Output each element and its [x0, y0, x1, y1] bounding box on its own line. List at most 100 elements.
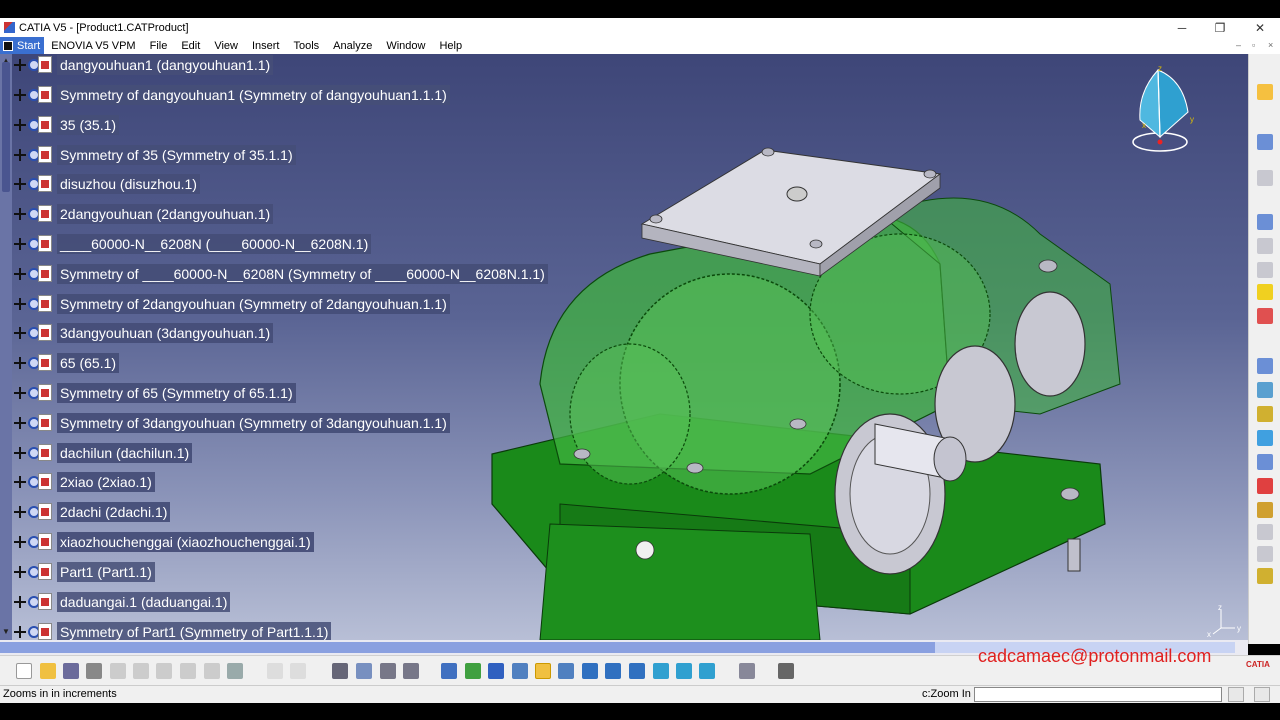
tree-node-label[interactable]: 2dangyouhuan (2dangyouhuan.1) — [57, 204, 274, 224]
catalog-icon[interactable] — [356, 663, 372, 679]
rotate-icon[interactable] — [512, 663, 528, 679]
zoom-out-icon[interactable] — [558, 663, 574, 679]
constraint-icon[interactable] — [1257, 430, 1273, 446]
iso-view-icon[interactable] — [629, 663, 645, 679]
tree-node-label[interactable]: disuzhou (disuzhou.1) — [57, 174, 200, 194]
tree-scrollbar[interactable]: ▲ ▼ — [0, 54, 12, 640]
expand-plus-icon[interactable] — [14, 327, 26, 339]
open-icon[interactable] — [40, 663, 56, 679]
tree-node[interactable]: daduangai.1 (daduangai.1) — [14, 591, 231, 613]
restore-button[interactable]: ❐ — [1200, 18, 1240, 37]
scroll-down-arrow-icon[interactable]: ▼ — [2, 627, 10, 636]
update-icon[interactable] — [1257, 546, 1273, 562]
tree-node[interactable]: dangyouhuan1 (dangyouhuan1.1) — [14, 54, 274, 76]
menu-edit[interactable]: Edit — [174, 40, 207, 52]
contact-icon[interactable] — [1257, 478, 1273, 494]
tree-node-label[interactable]: dangyouhuan1 (dangyouhuan1.1) — [57, 55, 274, 75]
expand-plus-icon[interactable] — [14, 447, 26, 459]
expand-plus-icon[interactable] — [14, 268, 26, 280]
tree-node-label[interactable]: Symmetry of ____60000-N__6208N (Symmetry… — [57, 264, 548, 284]
tree-scroll-thumb[interactable] — [2, 62, 10, 192]
status-button-1[interactable] — [1228, 687, 1244, 702]
menu-file[interactable]: File — [143, 40, 175, 52]
status-button-2[interactable] — [1254, 687, 1270, 702]
formula-icon[interactable] — [267, 663, 283, 679]
explode-icon[interactable] — [1257, 382, 1273, 398]
menu-view[interactable]: View — [207, 40, 245, 52]
expand-plus-icon[interactable] — [14, 208, 26, 220]
tree-node-label[interactable]: dachilun (dachilun.1) — [57, 443, 193, 463]
tree-node[interactable]: Symmetry of ____60000-N__6208N (Symmetry… — [14, 263, 548, 285]
print-icon[interactable] — [86, 663, 102, 679]
tree-node[interactable]: 2dachi (2dachi.1) — [14, 501, 171, 523]
angle-icon[interactable] — [1257, 524, 1273, 540]
menu-start[interactable]: Start — [0, 37, 45, 54]
analysis-icon[interactable] — [403, 663, 419, 679]
expand-plus-icon[interactable] — [14, 119, 26, 131]
menu-analyze[interactable]: Analyze — [326, 40, 379, 52]
tree-node[interactable]: 2dangyouhuan (2dangyouhuan.1) — [14, 203, 274, 225]
table-icon[interactable] — [332, 663, 348, 679]
component-icon[interactable] — [1257, 214, 1273, 230]
offset-icon[interactable] — [1257, 502, 1273, 518]
expand-plus-icon[interactable] — [14, 357, 26, 369]
tree-node[interactable]: xiaozhouchenggai (xiaozhouchenggai.1) — [14, 531, 314, 553]
tree-node[interactable]: Symmetry of dangyouhuan1 (Symmetry of da… — [14, 84, 450, 106]
clash-icon[interactable] — [1257, 406, 1273, 422]
product-icon[interactable] — [1257, 134, 1273, 150]
tree-node-label[interactable]: Symmetry of 3dangyouhuan (Symmetry of 3d… — [57, 413, 450, 433]
tree-node-label[interactable]: daduangai.1 (daduangai.1) — [57, 592, 231, 612]
expand-plus-icon[interactable] — [14, 536, 26, 548]
reorder-icon[interactable] — [1257, 284, 1273, 300]
menu-window[interactable]: Window — [379, 40, 432, 52]
expand-plus-icon[interactable] — [14, 506, 26, 518]
replace-component-icon[interactable] — [1257, 262, 1273, 278]
expand-plus-icon[interactable] — [14, 149, 26, 161]
existing-component-icon[interactable] — [1257, 238, 1273, 254]
multi-view-icon[interactable] — [605, 663, 621, 679]
tree-node[interactable]: 65 (65.1) — [14, 352, 120, 374]
new-icon[interactable] — [16, 663, 32, 679]
capture-icon[interactable] — [778, 663, 794, 679]
expand-plus-icon[interactable] — [14, 387, 26, 399]
manipulate-icon[interactable] — [1257, 308, 1273, 324]
menu-insert[interactable]: Insert — [245, 40, 287, 52]
redo-icon[interactable] — [204, 663, 220, 679]
compass-widget[interactable]: z x y — [1128, 62, 1200, 158]
mdi-restore-button[interactable]: ▫ — [1252, 40, 1255, 50]
minimize-button[interactable]: ─ — [1162, 18, 1202, 37]
expand-plus-icon[interactable] — [14, 178, 26, 190]
tree-node-label[interactable]: Symmetry of dangyouhuan1 (Symmetry of da… — [57, 85, 450, 105]
tree-node[interactable]: 3dangyouhuan (3dangyouhuan.1) — [14, 322, 274, 344]
normal-view-icon[interactable] — [582, 663, 598, 679]
swap-space-icon[interactable] — [699, 663, 715, 679]
expand-plus-icon[interactable] — [14, 476, 26, 488]
tree-node-label[interactable]: Symmetry of 2dangyouhuan (Symmetry of 2d… — [57, 294, 450, 314]
tree-node-label[interactable]: 35 (35.1) — [57, 115, 120, 135]
fly-mode-icon[interactable] — [441, 663, 457, 679]
tree-node[interactable]: disuzhou (disuzhou.1) — [14, 173, 200, 195]
insert-part-icon[interactable] — [1257, 170, 1273, 186]
tree-node-label[interactable]: ____60000-N__6208N (____60000-N__6208N.1… — [57, 234, 372, 254]
zoom-in-icon[interactable] — [535, 663, 551, 679]
tree-node[interactable]: Symmetry of 65 (Symmetry of 65.1.1) — [14, 382, 296, 404]
expand-plus-icon[interactable] — [14, 89, 26, 101]
expand-plus-icon[interactable] — [14, 59, 26, 71]
undo-icon[interactable] — [180, 663, 196, 679]
expand-plus-icon[interactable] — [14, 626, 26, 638]
fit-all-icon[interactable] — [465, 663, 481, 679]
tree-node[interactable]: 2xiao (2xiao.1) — [14, 471, 155, 493]
tree-node-label[interactable]: 65 (65.1) — [57, 353, 120, 373]
select-icon[interactable] — [1257, 84, 1273, 100]
expand-plus-icon[interactable] — [14, 298, 26, 310]
tree-node[interactable]: dachilun (dachilun.1) — [14, 442, 193, 464]
tree-node[interactable]: Symmetry of 35 (Symmetry of 35.1.1) — [14, 144, 296, 166]
bill-of-material-icon[interactable] — [1257, 568, 1273, 584]
tree-node[interactable]: Symmetry of 3dangyouhuan (Symmetry of 3d… — [14, 412, 450, 434]
fix-icon[interactable] — [1257, 454, 1273, 470]
knowledge-icon[interactable] — [290, 663, 306, 679]
menu-enovia[interactable]: ENOVIA V5 VPM — [44, 40, 142, 52]
snap-icon[interactable] — [1257, 358, 1273, 374]
save-icon[interactable] — [63, 663, 79, 679]
expand-plus-icon[interactable] — [14, 238, 26, 250]
